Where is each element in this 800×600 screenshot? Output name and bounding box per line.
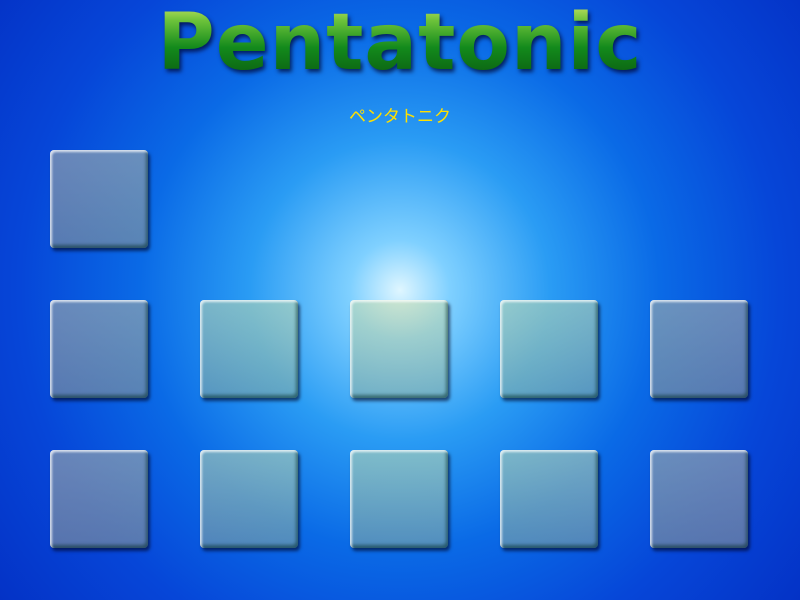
tile-r2-c2[interactable] (200, 300, 298, 398)
tile-r2-c3[interactable] (350, 300, 448, 398)
tile-r3-c4[interactable] (500, 450, 598, 548)
tile-r2-c5[interactable] (650, 300, 748, 398)
game-title: Pentatonic (0, 0, 800, 88)
tile-r2-c1[interactable] (50, 300, 148, 398)
tile-r3-c3[interactable] (350, 450, 448, 548)
tile-r3-c2[interactable] (200, 450, 298, 548)
tile-r3-c5[interactable] (650, 450, 748, 548)
tile-r2-c4[interactable] (500, 300, 598, 398)
game-subtitle: ペンタトニク (349, 107, 451, 127)
tile-r3-c1[interactable] (50, 450, 148, 548)
tile-r1-c1[interactable] (50, 150, 148, 248)
